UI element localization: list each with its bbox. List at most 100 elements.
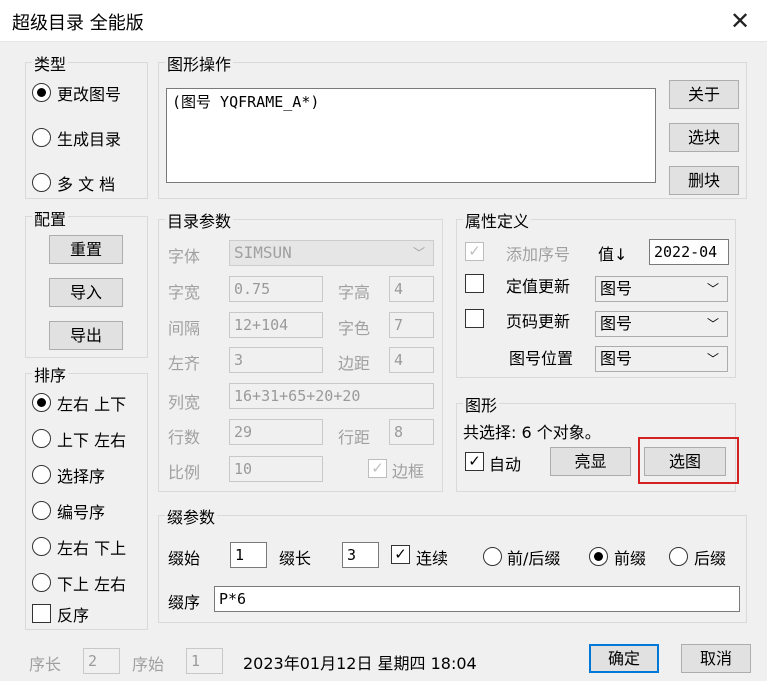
rows-label: 行数 [168,428,201,447]
graphic-ops-label: 图形操作 [165,51,234,75]
fixed-update-value: 图号 [600,279,633,298]
page-update-label: 页码更新 [506,312,571,331]
affix-radio-pre-post[interactable] [483,547,502,566]
font-label: 字体 [168,247,201,266]
page-update-combo[interactable]: 图号 ﹀ [595,311,728,337]
sort-radio-selection[interactable] [32,465,51,484]
border-checkbox[interactable]: ✓ [368,459,387,478]
sort-option-label: 上下 左右 [57,431,127,450]
reset-button[interactable]: 重置 [49,235,123,264]
sort-option-label: 选择序 [57,467,106,486]
type-option-label: 多 文 档 [57,175,116,194]
type-option-label: 更改图号 [57,85,122,104]
sort-radio-lr-tb[interactable] [32,393,51,412]
affix-option-label: 后缀 [694,549,727,568]
seq-start-field[interactable]: 1 [186,648,223,674]
close-icon[interactable]: ✕ [723,6,757,36]
spacing-field[interactable]: 12+104 [229,312,323,338]
affix-length-field[interactable]: 3 [342,542,379,568]
type-group-label: 类型 [32,51,69,75]
window-title: 超级目录 全能版 [12,13,144,34]
affix-length-label: 缀长 [279,549,312,568]
font-value: SIMSUN [234,243,292,262]
sort-radio-tb-lr[interactable] [32,429,51,448]
figno-pos-label: 图号位置 [509,349,574,368]
type-option-label: 生成目录 [57,130,122,149]
highlight-button[interactable]: 亮显 [550,447,631,476]
align-label: 左齐 [168,354,201,373]
scale-field[interactable]: 10 [229,456,323,482]
column-width-field[interactable]: 16+31+65+20+20 [229,383,434,409]
type-radio-multi-doc[interactable] [32,173,51,192]
char-height-field[interactable]: 4 [389,276,434,302]
value-field[interactable]: 2022-04 [649,239,729,265]
figno-pos-combo[interactable]: 图号 ﹀ [595,346,728,372]
affix-start-field[interactable]: 1 [230,542,267,568]
affix-order-field[interactable]: P*6 [214,586,740,612]
char-width-label: 字宽 [168,283,201,302]
config-label: 配置 [32,206,69,230]
ok-button[interactable]: 确定 [589,644,659,673]
border-label: 边框 [392,462,425,481]
value-label: 值↓ [598,245,628,264]
chevron-down-icon: ﹀ [706,352,719,366]
type-radio-generate-catalog[interactable] [32,128,51,147]
char-color-field[interactable]: 7 [389,312,434,338]
type-radio-change-figno[interactable] [32,83,51,102]
font-combo[interactable]: SIMSUN ﹀ [229,240,434,266]
affix-option-label: 前缀 [614,549,647,568]
delete-block-button[interactable]: 删块 [669,166,739,195]
sort-radio-number[interactable] [32,501,51,520]
affix-option-label: 前/后缀 [507,549,561,568]
spacing-label: 间隔 [168,319,201,338]
datetime-text: 2023年01月12日 星期四 18:04 [243,654,477,673]
select-block-button[interactable]: 选块 [669,123,739,152]
align-field[interactable]: 3 [229,347,323,373]
cancel-button[interactable]: 取消 [681,644,751,673]
affix-radio-suffix[interactable] [669,547,688,566]
chevron-down-icon: ﹀ [706,317,719,331]
graphic-ops-text: (图号 YQFRAME_A*) [172,93,320,111]
affix-order-label: 缀序 [168,593,201,612]
row-gap-field[interactable]: 8 [389,419,434,445]
fixed-update-label: 定值更新 [506,277,571,296]
sort-radio-bt-lr[interactable] [32,573,51,592]
seq-length-field[interactable]: 2 [83,648,120,674]
select-figure-button[interactable]: 选图 [644,447,726,476]
page-update-checkbox[interactable] [465,309,484,328]
auto-checkbox[interactable]: ✓ [465,452,484,471]
reverse-checkbox[interactable] [32,604,51,623]
add-seq-checkbox[interactable]: ✓ [465,242,484,261]
graphic-ops-textarea[interactable]: (图号 YQFRAME_A*) [166,88,656,183]
rows-field[interactable]: 29 [229,419,323,445]
reverse-label: 反序 [57,606,90,625]
sort-option-label: 编号序 [57,503,106,522]
affix-start-label: 缀始 [168,549,201,568]
attr-def-label: 属性定义 [463,208,532,232]
sort-option-label: 左右 下上 [57,539,127,558]
sort-option-label: 下上 左右 [57,575,127,594]
char-width-field[interactable]: 0.75 [229,276,323,302]
affix-radio-prefix[interactable] [589,547,608,566]
shape-label: 图形 [463,392,500,416]
fixed-update-checkbox[interactable] [465,274,484,293]
catalog-params-label: 目录参数 [165,208,234,232]
title-bar: 超级目录 全能版 ✕ [0,0,767,42]
chevron-down-icon: ﹀ [706,282,719,296]
affix-params-label: 缀参数 [165,504,218,528]
page-update-value: 图号 [600,314,633,333]
sort-option-label: 左右 上下 [57,395,127,414]
import-button[interactable]: 导入 [49,278,123,307]
margin-field[interactable]: 4 [389,347,434,373]
export-button[interactable]: 导出 [49,321,123,350]
column-width-label: 列宽 [168,393,201,412]
sort-label: 排序 [32,362,69,386]
fixed-update-combo[interactable]: 图号 ﹀ [595,276,728,302]
margin-label: 边距 [338,354,371,373]
row-gap-label: 行距 [338,428,371,447]
char-color-label: 字色 [338,319,371,338]
add-seq-label: 添加序号 [506,245,571,264]
continuous-checkbox[interactable]: ✓ [391,545,410,564]
about-button[interactable]: 关于 [669,80,739,109]
sort-radio-lr-bt[interactable] [32,537,51,556]
